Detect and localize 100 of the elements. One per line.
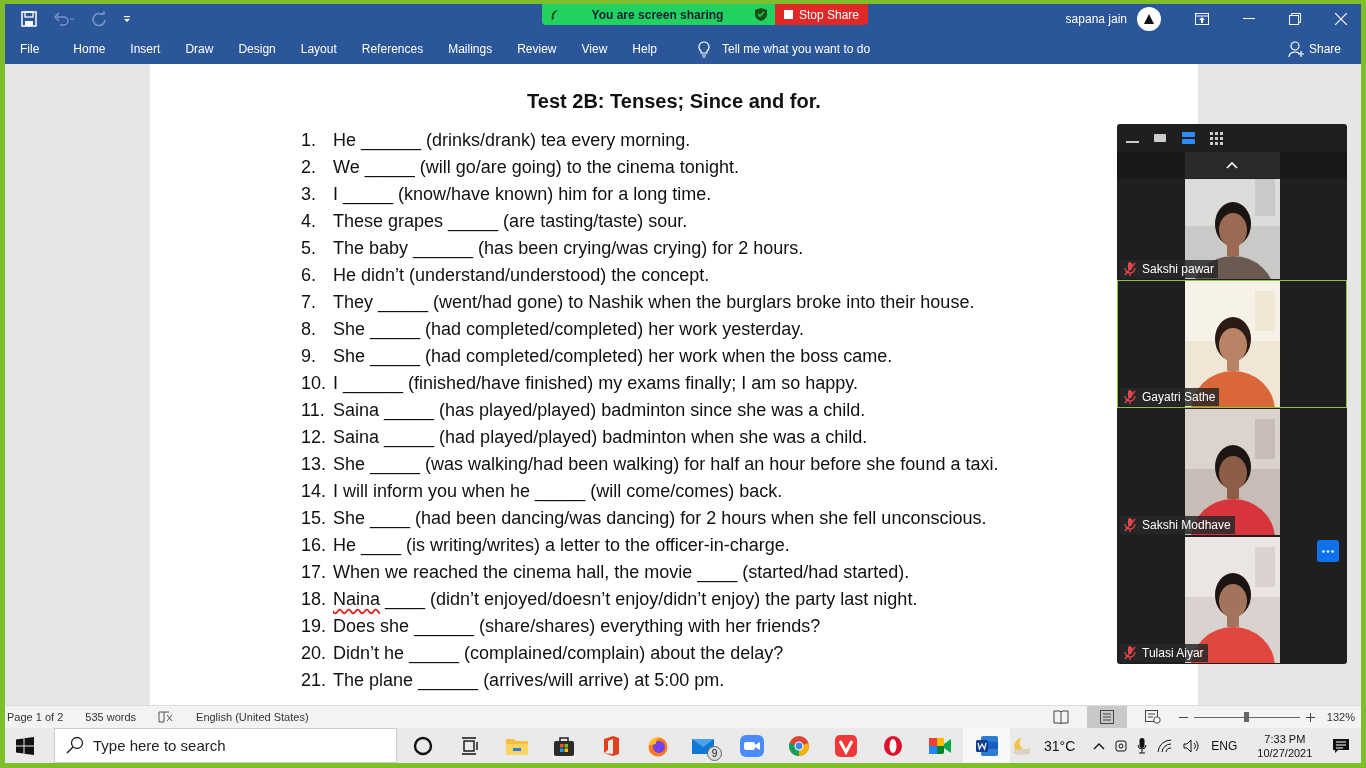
ribbon-tab[interactable]: Help xyxy=(632,42,657,56)
question-text: When we reached the cinema hall, the movie ____ (started/had started). xyxy=(333,561,911,585)
question-text: He ____ (is writing/writes) a letter to the officer-in-charge. xyxy=(333,534,791,558)
question-text: I ______ (finished/have finished) my exams finally; I am so happy. xyxy=(333,372,859,396)
question-text: She _____ (had completed/completed) her work yesterday. xyxy=(333,318,805,342)
participant-name: Sakshi Modhave xyxy=(1142,518,1231,532)
shopping-bag-icon xyxy=(552,734,575,757)
word-count[interactable]: 535 words xyxy=(85,711,137,723)
ribbon-tab[interactable]: Layout xyxy=(300,42,337,56)
view-mode-button[interactable] xyxy=(1153,131,1167,145)
ribbon-tab[interactable]: Insert xyxy=(130,42,161,56)
share-button[interactable]: Share xyxy=(1281,40,1347,58)
minimize-icon[interactable] xyxy=(1243,18,1255,20)
question-text: She _____ (was walking/had been walking) for half an hour before she found a taxi. xyxy=(333,453,999,477)
question-text: He ______ (drinks/drank) tea every morning. xyxy=(333,129,692,153)
wifi-icon[interactable] xyxy=(1157,738,1174,753)
windows-start-icon[interactable] xyxy=(16,736,34,755)
firefox-icon xyxy=(646,734,669,757)
file-tab[interactable]: File xyxy=(20,42,40,56)
item-number: 5. xyxy=(301,237,317,260)
zoom-level[interactable]: 132% xyxy=(1326,711,1355,723)
opera-icon xyxy=(882,734,903,757)
web-layout-icon xyxy=(1144,710,1161,724)
user-name[interactable]: sapana jain xyxy=(1065,12,1127,26)
lightbulb-icon xyxy=(698,40,710,58)
question-text: Saina _____ (has played/played) badminton since she was a child. xyxy=(333,399,867,423)
question-text: She ____ (had been dancing/was dancing) for 2 hours when she fell unconscious. xyxy=(333,507,988,531)
stop-share-button[interactable]: Stop Share xyxy=(775,4,869,25)
word-icon xyxy=(974,734,999,757)
save-icon[interactable] xyxy=(21,11,37,27)
question-text: The plane ______ (arrives/will arrive) at 5:00 pm. xyxy=(333,669,726,693)
taskbar-search-field[interactable]: Type here to search xyxy=(54,728,397,763)
input-language[interactable]: ENG xyxy=(1211,738,1238,753)
microphone-icon[interactable] xyxy=(1137,737,1148,754)
ribbon-tab[interactable]: Review xyxy=(517,42,557,56)
question-text: Didn’t he _____ (complained/complain) about the delay? xyxy=(333,642,785,666)
taskbar-app[interactable] xyxy=(963,728,1010,763)
avatar-icon[interactable] xyxy=(1137,7,1161,31)
sharing-text: You are screen sharing xyxy=(591,7,724,22)
question-text: The baby ______ (has been crying/was crying) for 2 hours. xyxy=(333,237,805,261)
question-text: I _____ (know/have known) him for a long time. xyxy=(333,183,713,207)
view-mode-button[interactable] xyxy=(1181,131,1195,145)
question-text: Naina ____ (didn’t enjoyed/doesn’t enjoy/didn’t enjoy) the party last night. xyxy=(333,588,919,612)
question-text: Saina _____ (had played/played) badminton when she was a child. xyxy=(333,426,869,450)
clock-time: 7:33 PM xyxy=(1264,731,1306,746)
circle-icon xyxy=(412,735,433,756)
camera-icon[interactable] xyxy=(1115,737,1128,754)
temperature[interactable]: 31°C xyxy=(1044,737,1076,754)
ribbon-display-icon[interactable] xyxy=(1195,13,1209,25)
item-number: 11. xyxy=(301,399,326,422)
clock-date: 10/27/2021 xyxy=(1257,745,1313,760)
chevron-up-icon xyxy=(1226,161,1238,169)
item-number: 21. xyxy=(301,669,328,692)
more-options-button[interactable] xyxy=(1317,540,1339,562)
zoom-in-icon[interactable] xyxy=(1305,712,1315,722)
ribbon-tab[interactable]: Home xyxy=(73,42,106,56)
tell-me-field[interactable]: Tell me what you want to do xyxy=(722,42,922,56)
view-mode-button[interactable] xyxy=(1209,131,1223,145)
page-layout-icon xyxy=(1098,710,1115,724)
taskbar-app[interactable]: 9 xyxy=(681,728,728,763)
item-number: 15. xyxy=(301,507,328,530)
video-camera-icon xyxy=(739,734,764,757)
video-tile[interactable]: Tulasi Aiyar xyxy=(1117,536,1347,664)
proofing-icon[interactable] xyxy=(158,711,175,723)
chevron-up-icon[interactable] xyxy=(1093,741,1106,750)
question-text: He didn’t (understand/understood) the concept. xyxy=(333,264,711,287)
item-number: 8. xyxy=(301,318,317,341)
chrome-icon xyxy=(787,734,810,757)
restore-icon[interactable] xyxy=(1289,13,1301,25)
volume-icon[interactable] xyxy=(1183,738,1202,753)
item-number: 1. xyxy=(301,129,317,152)
item-number: 13. xyxy=(301,453,328,476)
shield-icon xyxy=(755,8,767,21)
participant-name: Sakshi pawar xyxy=(1142,262,1215,276)
item-number: 16. xyxy=(301,534,328,557)
notification-count: 9 xyxy=(707,746,722,761)
question-text: These grapes _____ (are tasting/taste) sour. xyxy=(333,210,689,234)
participant-name: Gayatri Sathe xyxy=(1142,390,1216,404)
item-number: 6. xyxy=(301,264,317,287)
item-number: 7. xyxy=(301,291,317,314)
ribbon-tab[interactable]: References xyxy=(361,42,424,56)
item-number: 9. xyxy=(301,345,317,368)
notifications-icon[interactable] xyxy=(1332,737,1351,754)
ribbon-tab[interactable]: Design xyxy=(238,42,276,56)
close-icon[interactable] xyxy=(1335,13,1347,25)
ribbon-tab[interactable]: View xyxy=(581,42,608,56)
ribbon-tab[interactable]: Mailings xyxy=(448,42,493,56)
question-text: She _____ (had completed/completed) her work when the boss came. xyxy=(333,345,894,369)
language-status[interactable]: English (United States) xyxy=(196,711,309,723)
question-text: They _____ (went/had gone) to Nashik when the burglars broke into their house. xyxy=(333,291,976,315)
clock[interactable]: 7:33 PM 10/27/2021 xyxy=(1257,731,1313,760)
view-button[interactable] xyxy=(1086,706,1127,728)
question-text: I will inform you when he _____ (will come/comes) back. xyxy=(333,480,784,504)
video-call-icon xyxy=(927,735,952,756)
item-number: 18. xyxy=(301,588,328,611)
zoom-slider[interactable] xyxy=(1193,710,1300,724)
customize-dropdown-icon[interactable] xyxy=(123,15,131,23)
ribbon-tab[interactable]: Draw xyxy=(185,42,214,56)
item-number: 10. xyxy=(301,372,328,395)
page-count[interactable]: Page 1 of 2 xyxy=(7,711,64,723)
